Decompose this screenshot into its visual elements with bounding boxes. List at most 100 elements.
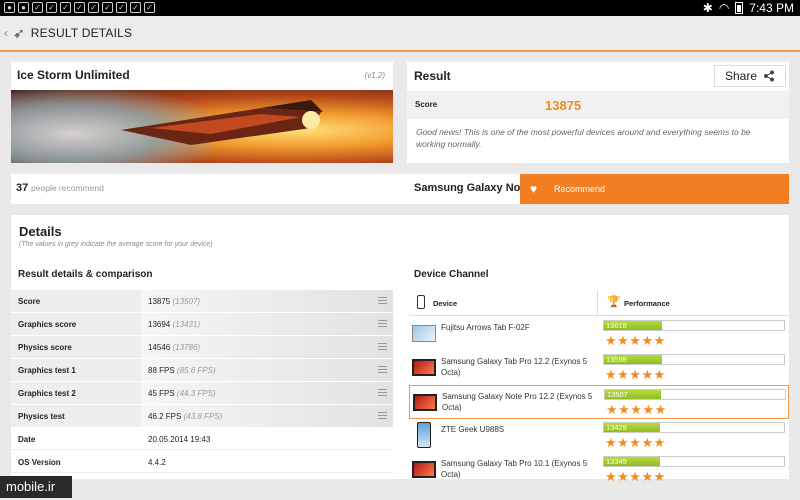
device-name: Samsung Galaxy Tab Pro 10.1 (Exynos 5 Oc…: [441, 459, 588, 479]
menu-icon[interactable]: [378, 412, 387, 419]
rating-stars: ★★★★★: [605, 435, 666, 450]
device-list-item-selected[interactable]: Samsung Galaxy Note Pro 12.2 (Exynos 5 O…: [409, 385, 789, 419]
performance-score: 13507: [607, 390, 628, 399]
device-thumbnail: [412, 461, 436, 478]
device-thumbnail: [412, 325, 436, 342]
table-row: Date 20.05.2014 19:43: [11, 428, 393, 451]
performance-score: 13349: [606, 457, 627, 466]
result-message: Good news! This is one of the most power…: [416, 127, 751, 149]
result-card: Result Share Score 13875 Good news! This…: [407, 62, 789, 163]
rating-stars: ★★★★★: [606, 402, 667, 417]
device-channel-header: Device 🏆 Performance: [409, 290, 789, 316]
notification-icon: ✓: [74, 2, 85, 13]
performance-bar: 13618: [603, 320, 785, 331]
device-thumbnail: [413, 394, 437, 411]
row-average: (85.6 FPS): [176, 366, 216, 375]
rating-stars: ★★★★★: [605, 367, 666, 382]
row-average: (13507): [172, 297, 201, 306]
spaceship-graphic: [121, 100, 323, 145]
row-value: 45 FPS: [148, 389, 175, 398]
app-header: ‹ ➶ RESULT DETAILS: [0, 16, 800, 52]
menu-icon[interactable]: [378, 366, 387, 373]
table-row[interactable]: Graphics score 13694 (13431): [11, 313, 393, 336]
device-list-item[interactable]: ZTE Geek U988S 13429 ★★★★★: [409, 419, 789, 453]
recommend-button[interactable]: ♥ Recommend: [520, 174, 789, 204]
test-name: Ice Storm Unlimited: [17, 68, 130, 82]
device-column-header: Device: [433, 299, 458, 308]
row-value: 4.4.2: [148, 458, 166, 467]
notification-icon: ●: [18, 2, 29, 13]
device-name: ZTE Geek U988S: [441, 425, 505, 434]
score-row: Score 13875: [407, 91, 789, 119]
device-channel-heading: Device Channel: [414, 269, 489, 280]
row-label: Graphics score: [18, 320, 77, 329]
trophy-icon: 🏆: [607, 296, 621, 308]
notification-icon: ✓: [102, 2, 113, 13]
menu-icon[interactable]: [378, 389, 387, 396]
table-row[interactable]: Physics test 46.2 FPS (43.8 FPS): [11, 405, 393, 428]
wifi-icon: ◠: [718, 1, 730, 15]
details-title: Details: [19, 224, 62, 239]
performance-bar: 13429: [603, 422, 785, 433]
device-name: Samsung Galaxy Tab Pro 12.2 (Exynos 5 Oc…: [441, 357, 588, 377]
watermark-logo: mobile.ir: [0, 476, 72, 498]
score-label: Score: [415, 100, 438, 109]
notification-icon: ●: [4, 2, 15, 13]
share-icon: [764, 70, 775, 82]
table-row[interactable]: Graphics test 1 88 FPS (85.6 FPS): [11, 359, 393, 382]
notification-icon: ✓: [116, 2, 127, 13]
status-time: 7:43 PM: [749, 1, 794, 15]
row-value: 13694: [148, 320, 171, 329]
result-title: Result: [414, 69, 451, 83]
details-note: (The values in grey indicate the average…: [19, 241, 213, 248]
row-label: Score: [18, 297, 41, 306]
performance-bar: 13349: [603, 456, 785, 467]
app-logo-icon[interactable]: ➶: [13, 25, 25, 42]
performance-score: 13598: [606, 355, 627, 364]
share-label: Share: [724, 69, 758, 83]
result-details-heading: Result details & comparison: [18, 269, 153, 280]
heart-icon: ♥: [530, 182, 538, 196]
notification-icon: ✓: [60, 2, 71, 13]
device-list-item[interactable]: Samsung Galaxy Tab Pro 10.1 (Exynos 5 Oc…: [409, 453, 789, 487]
row-average: (43.8 FPS): [183, 412, 223, 421]
device-list-item[interactable]: Fujitsu Arrows Tab F-02F 13618 ★★★★★: [409, 317, 789, 351]
score-value: 13875: [545, 98, 582, 113]
result-details-table: Score 13875 (13507) Graphics score 13694…: [11, 290, 393, 474]
rating-stars: ★★★★★: [605, 333, 666, 348]
device-name: Fujitsu Arrows Tab F-02F: [441, 323, 530, 332]
menu-icon[interactable]: [378, 297, 387, 304]
row-label: Physics test: [18, 412, 65, 421]
recommend-count: 37: [16, 182, 29, 194]
vibrate-icon: ✱: [702, 1, 713, 15]
recommend-button-label: Recommend: [554, 184, 606, 194]
table-row[interactable]: Physics score 14546 (13786): [11, 336, 393, 359]
phone-icon: [417, 295, 425, 309]
test-card: Ice Storm Unlimited (v1.2): [11, 62, 393, 163]
performance-bar: 13598: [603, 354, 785, 365]
row-label: OS Version: [18, 458, 61, 467]
test-banner-image: [11, 90, 393, 163]
menu-icon[interactable]: [378, 343, 387, 350]
notification-icon: ✓: [144, 2, 155, 13]
performance-column-header: Performance: [624, 299, 670, 308]
row-average: (13786): [172, 343, 201, 352]
recommend-card: 37 people recommend Samsung Galaxy Note …: [11, 174, 662, 204]
table-row[interactable]: Score 13875 (13507): [11, 290, 393, 313]
menu-icon[interactable]: [378, 320, 387, 327]
share-button[interactable]: Share: [714, 65, 786, 87]
notification-icon: ✓: [88, 2, 99, 13]
test-version: (v1.2): [364, 71, 385, 80]
performance-bar: 13507: [604, 389, 786, 400]
performance-score: 13618: [606, 321, 627, 330]
row-value: 14546: [148, 343, 171, 352]
notification-icon: ✓: [46, 2, 57, 13]
page-title: RESULT DETAILS: [30, 26, 133, 40]
device-list-item[interactable]: Samsung Galaxy Tab Pro 12.2 (Exynos 5 Oc…: [409, 351, 789, 385]
back-icon[interactable]: ‹: [4, 26, 8, 40]
row-value: 13875: [148, 297, 171, 306]
notification-icon: ✓: [32, 2, 43, 13]
status-bar: ● ● ✓ ✓ ✓ ✓ ✓ ✓ ✓ ✓ ✓ ✱ ◠ 7:43 PM: [0, 0, 800, 16]
table-row[interactable]: Graphics test 2 45 FPS (44.3 FPS): [11, 382, 393, 405]
notification-icon: ✓: [130, 2, 141, 13]
